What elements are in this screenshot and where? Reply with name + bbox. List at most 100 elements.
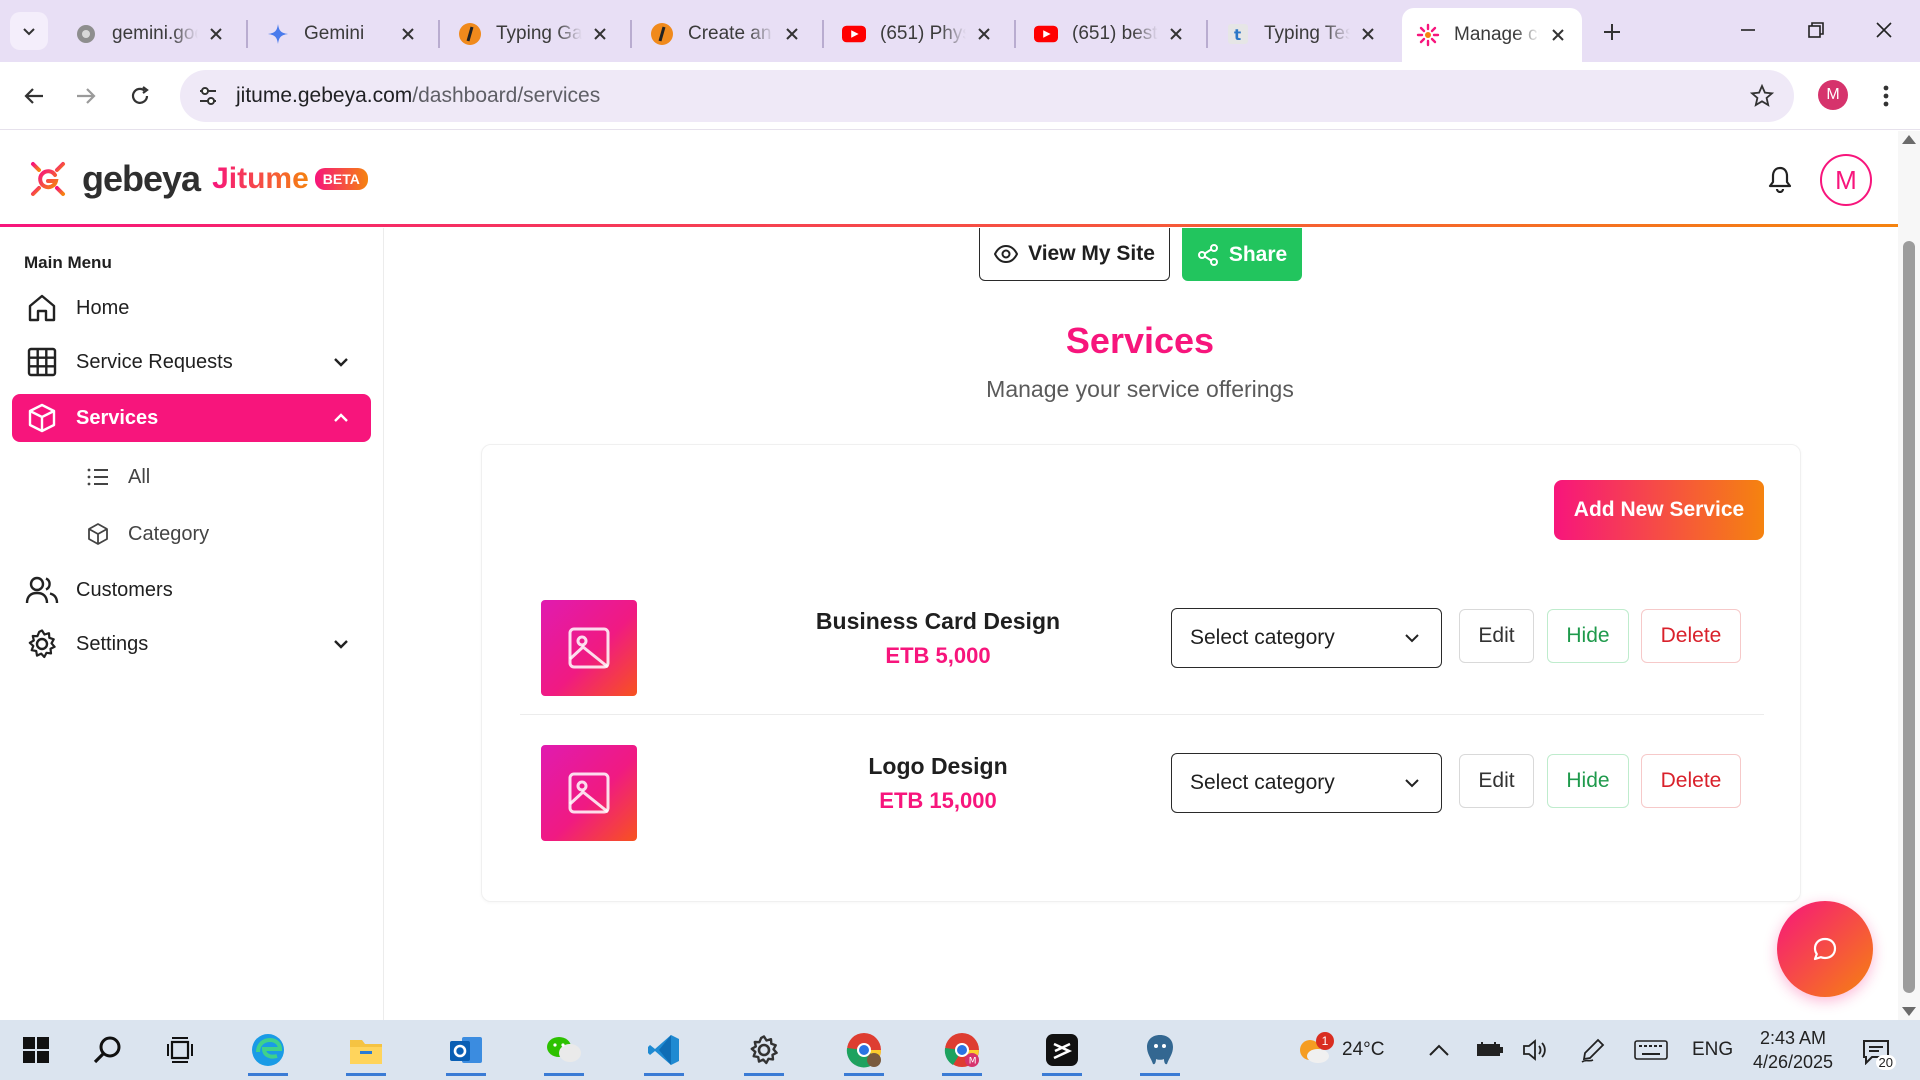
- sidebar-item-home[interactable]: Home: [12, 284, 371, 332]
- sidebar-subitem-all[interactable]: All: [84, 457, 150, 497]
- chrome-taskbar-icon[interactable]: [834, 1026, 894, 1076]
- settings-taskbar-icon[interactable]: [734, 1026, 794, 1076]
- cube-icon: [84, 520, 112, 548]
- chrome-profile-taskbar-icon[interactable]: M: [932, 1026, 992, 1076]
- restore-button[interactable]: [1786, 8, 1846, 52]
- search-button[interactable]: [78, 1026, 138, 1074]
- gebeya-jitume-logo[interactable]: gebeya Jitume BETA: [24, 155, 368, 203]
- page-scrollbar[interactable]: [1898, 131, 1920, 1020]
- page-subtitle: Manage your service offerings: [986, 376, 1294, 402]
- close-icon[interactable]: [1548, 25, 1568, 45]
- file-explorer-taskbar-icon[interactable]: [336, 1026, 396, 1076]
- wechat-taskbar-icon[interactable]: [534, 1026, 594, 1076]
- close-window-button[interactable]: [1854, 8, 1914, 52]
- volume-icon[interactable]: [1522, 1020, 1550, 1080]
- sidebar-subitem-category[interactable]: Category: [84, 514, 209, 554]
- delete-button[interactable]: Delete: [1641, 754, 1741, 808]
- minimize-button[interactable]: [1718, 8, 1778, 52]
- vscode-taskbar-icon[interactable]: [634, 1026, 694, 1076]
- notification-center-button[interactable]: 20: [1856, 1032, 1896, 1072]
- close-icon[interactable]: [590, 24, 610, 44]
- battery-icon[interactable]: [1476, 1020, 1504, 1080]
- share-icon: [1197, 243, 1219, 266]
- taskbar-clock[interactable]: 2:43 AM 4/26/2025: [1738, 1026, 1848, 1074]
- edge-taskbar-icon[interactable]: [238, 1026, 298, 1076]
- weather-widget[interactable]: 1 24°C: [1296, 1020, 1384, 1080]
- reload-button[interactable]: [120, 76, 160, 116]
- forward-button[interactable]: [66, 76, 106, 116]
- back-button[interactable]: [14, 76, 54, 116]
- browser-tab-2[interactable]: Gemini: [252, 10, 432, 58]
- task-view-button[interactable]: [150, 1026, 210, 1074]
- browser-menu-button[interactable]: [1870, 78, 1902, 114]
- tab-label: Typing Gar: [496, 23, 582, 44]
- browser-profile-avatar[interactable]: M: [1818, 80, 1848, 110]
- site-info-icon[interactable]: [192, 80, 224, 112]
- tab-label: Typing Tes: [1264, 23, 1350, 44]
- edit-button[interactable]: Edit: [1459, 754, 1534, 808]
- share-button[interactable]: Share: [1182, 228, 1302, 281]
- arrow-right-icon: [77, 88, 96, 104]
- add-new-service-button[interactable]: Add New Service: [1554, 480, 1764, 540]
- edit-button[interactable]: Edit: [1459, 609, 1534, 663]
- gemini-sparkle-icon: [266, 22, 290, 46]
- scroll-down-arrow-icon[interactable]: [1902, 1007, 1916, 1016]
- browser-tab-1[interactable]: gemini.goo: [60, 10, 240, 58]
- show-hidden-icons-button[interactable]: [1428, 1020, 1450, 1080]
- chat-button[interactable]: [1777, 901, 1873, 997]
- close-icon[interactable]: [206, 24, 226, 44]
- browser-tab-active[interactable]: Manage cu: [1402, 8, 1582, 62]
- view-my-site-button[interactable]: View My Site: [979, 228, 1170, 281]
- close-icon[interactable]: [1358, 24, 1378, 44]
- close-icon[interactable]: [1166, 24, 1186, 44]
- chevron-down-icon: [1403, 629, 1421, 647]
- sidebar-item-label: Services: [76, 406, 159, 429]
- postgresql-taskbar-icon[interactable]: [1130, 1026, 1190, 1076]
- brand-name: gebeya: [82, 158, 201, 199]
- close-icon[interactable]: [398, 24, 418, 44]
- scroll-up-arrow-icon[interactable]: [1902, 135, 1916, 144]
- address-bar[interactable]: jitume.gebeya.com/dashboard/services: [180, 70, 1794, 122]
- browser-tab-7[interactable]: t Typing Tes: [1212, 10, 1392, 58]
- browser-tab-4[interactable]: Create an A: [636, 10, 816, 58]
- tab-separator: [1206, 20, 1208, 48]
- close-icon[interactable]: [974, 24, 994, 44]
- youtube-icon: [842, 22, 866, 46]
- start-button[interactable]: [6, 1026, 66, 1074]
- sidebar-item-settings[interactable]: Settings: [12, 620, 371, 668]
- browser-tab-3[interactable]: Typing Gar: [444, 10, 624, 58]
- sidebar-item-customers[interactable]: Customers: [12, 566, 371, 614]
- delete-button[interactable]: Delete: [1641, 609, 1741, 663]
- tab-search-button[interactable]: [10, 12, 48, 50]
- arrow-left-icon: [24, 88, 43, 104]
- browser-tab-5[interactable]: (651) Physi: [828, 10, 1008, 58]
- user-avatar[interactable]: M: [1820, 154, 1872, 206]
- browser-tab-6[interactable]: (651) best: [1020, 10, 1200, 58]
- weather-temperature: 24°C: [1342, 1039, 1385, 1060]
- input-language-indicator[interactable]: ENG: [1692, 1020, 1733, 1080]
- hide-button[interactable]: Hide: [1547, 754, 1629, 808]
- touch-keyboard-icon[interactable]: [1634, 1020, 1668, 1080]
- sidebar-item-label: Settings: [76, 632, 149, 655]
- hide-button[interactable]: Hide: [1547, 609, 1629, 663]
- service-row: Logo Design ETB 15,000 Select category E…: [520, 715, 1764, 860]
- browser-tab-strip: gemini.goo Gemini Typing Gar Create an A…: [0, 0, 1920, 62]
- capcut-taskbar-icon[interactable]: [1032, 1026, 1092, 1076]
- notifications-bell-icon[interactable]: [1764, 163, 1796, 195]
- category-select[interactable]: Select category: [1171, 608, 1442, 668]
- typing-game-icon: [458, 22, 482, 46]
- sidebar-item-label: Home: [76, 296, 130, 319]
- bookmark-star-icon[interactable]: [1748, 82, 1776, 110]
- tab-separator: [822, 20, 824, 48]
- header-divider: [0, 224, 1898, 227]
- category-select[interactable]: Select category: [1171, 753, 1442, 813]
- close-icon[interactable]: [782, 24, 802, 44]
- sidebar: Main Menu Home Service Requests Services…: [0, 228, 384, 1020]
- scrollbar-thumb[interactable]: [1903, 241, 1915, 993]
- sidebar-item-services[interactable]: Services: [12, 394, 371, 442]
- new-tab-button[interactable]: [1594, 14, 1630, 50]
- pen-icon[interactable]: [1580, 1020, 1606, 1080]
- outlook-taskbar-icon[interactable]: [436, 1026, 496, 1076]
- share-label: Share: [1228, 242, 1288, 266]
- sidebar-item-service-requests[interactable]: Service Requests: [12, 338, 371, 386]
